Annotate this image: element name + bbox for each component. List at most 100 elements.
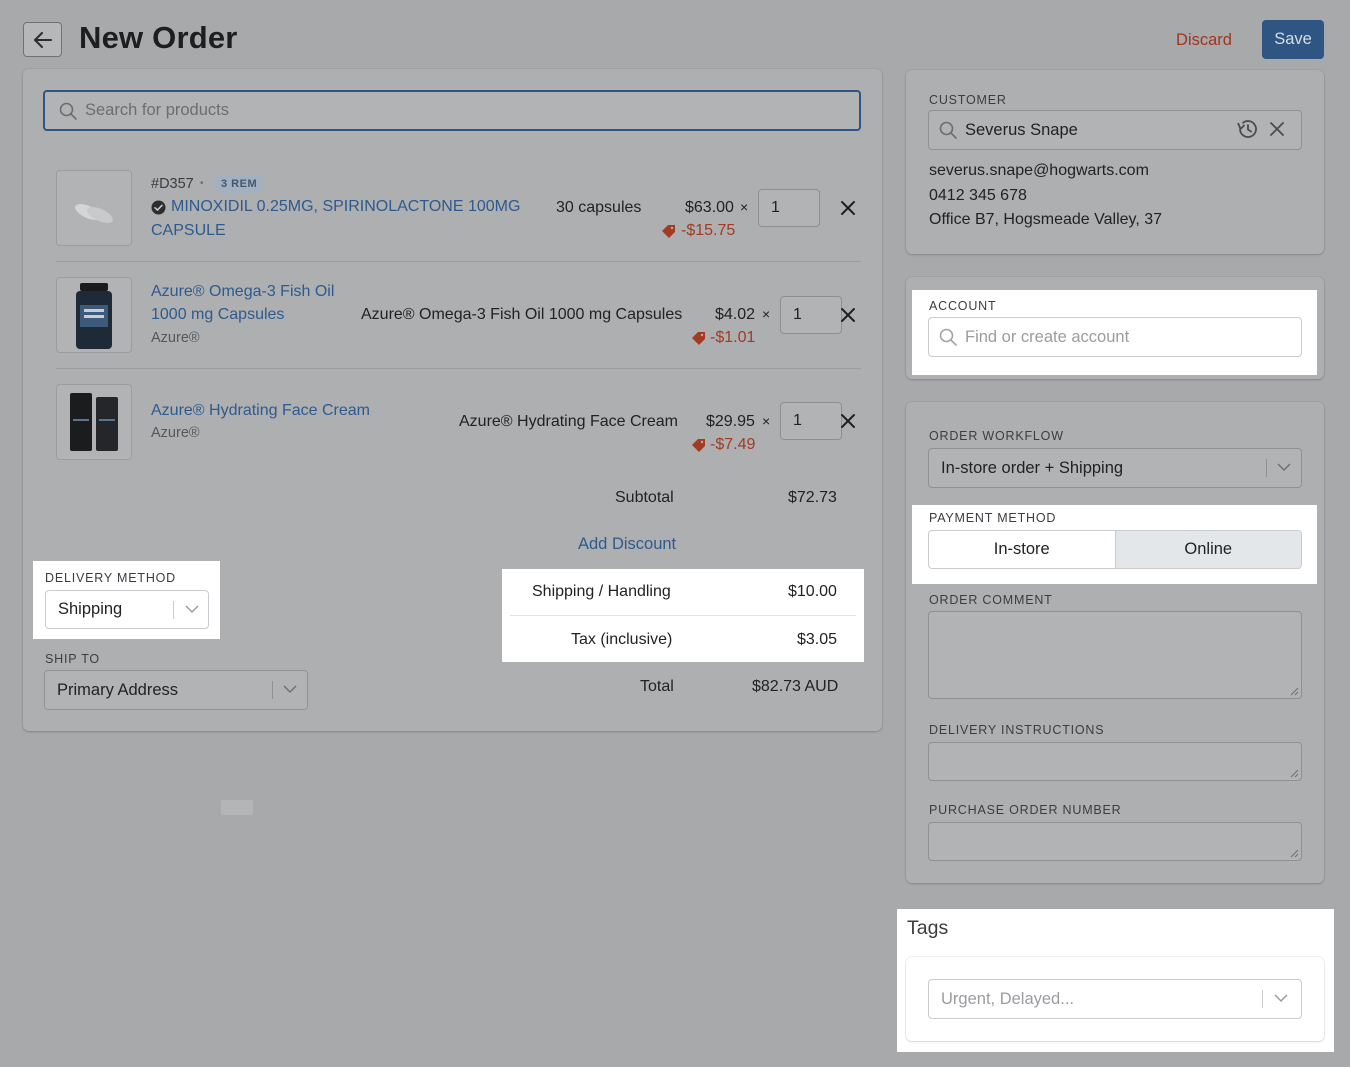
- select-separator: [272, 681, 273, 699]
- history-icon[interactable]: [1236, 119, 1258, 139]
- customer-name: Severus Snape: [965, 120, 1078, 139]
- product-name-link-cont[interactable]: CAPSULE: [151, 219, 226, 243]
- remove-item-button[interactable]: [838, 411, 858, 431]
- chevron-down-icon: [185, 605, 199, 614]
- product-name-link-cont[interactable]: 1000 mg Capsules: [151, 303, 284, 327]
- account-search-input[interactable]: Find or create account: [928, 317, 1302, 357]
- page-title: New Order: [79, 20, 238, 55]
- arrow-left-icon: [33, 31, 52, 48]
- product-price: $29.95: [706, 413, 755, 430]
- capsule-image-icon: [75, 203, 113, 224]
- drag-ghost: [221, 800, 253, 815]
- payment-method-label: PAYMENT METHOD: [929, 511, 1057, 525]
- product-thumbnail: [56, 384, 132, 460]
- payment-option-online[interactable]: Online: [1114, 531, 1301, 568]
- product-sku: #D357: [151, 176, 194, 192]
- quantity-input[interactable]: 1: [780, 402, 842, 440]
- close-icon: [841, 414, 855, 428]
- add-discount-link[interactable]: Add Discount: [578, 532, 676, 556]
- product-name-link[interactable]: MINOXIDIL 0.25MG, SPIRINOLACTONE 100MG: [171, 195, 520, 219]
- remove-item-button[interactable]: [838, 305, 858, 325]
- delivery-instructions-label: DELIVERY INSTRUCTIONS: [929, 723, 1105, 737]
- subtotal-value: $72.73: [788, 489, 837, 506]
- chevron-down-icon: [1274, 994, 1288, 1003]
- chevron-down-icon: [1277, 463, 1291, 472]
- tax-label: Tax (inclusive): [571, 631, 673, 648]
- tax-value: $3.05: [797, 631, 838, 648]
- resize-handle-icon[interactable]: [1289, 848, 1299, 858]
- account-placeholder: Find or create account: [965, 327, 1130, 346]
- product-name-link[interactable]: Azure® Hydrating Face Cream: [151, 399, 370, 423]
- ship-to-select[interactable]: Primary Address: [44, 670, 308, 710]
- tags-select[interactable]: Urgent, Delayed...: [928, 979, 1302, 1019]
- customer-email: severus.snape@hogwarts.com: [929, 162, 1149, 179]
- quantity-input[interactable]: 1: [758, 189, 820, 227]
- delivery-method-select[interactable]: Shipping: [45, 590, 209, 629]
- totals-divider: [510, 615, 856, 616]
- payment-method-toggle: In-store Online: [928, 530, 1302, 569]
- product-name-link[interactable]: Azure® Omega-3 Fish Oil: [151, 280, 334, 304]
- quantity-input[interactable]: 1: [780, 296, 842, 334]
- product-discount: -$15.75: [681, 222, 736, 239]
- face-cream-tubes-icon: [70, 393, 118, 451]
- total-value: $82.73 AUD: [752, 678, 839, 695]
- product-thumbnail: [56, 170, 132, 246]
- multiply-sign: ×: [740, 199, 749, 215]
- sku-dot: •: [200, 178, 204, 189]
- shipping-value: $10.00: [788, 583, 837, 600]
- tags-title: Tags: [907, 917, 949, 939]
- search-icon: [939, 328, 957, 346]
- order-workflow-select[interactable]: In-store order + Shipping: [928, 448, 1302, 488]
- item-divider: [56, 261, 861, 262]
- search-icon: [939, 121, 957, 139]
- multiply-sign: ×: [762, 413, 771, 429]
- shipping-label: Shipping / Handling: [532, 583, 671, 600]
- delivery-instructions-textarea[interactable]: [928, 742, 1302, 781]
- chevron-down-icon: [283, 685, 297, 694]
- discount-tag-icon: [692, 332, 705, 345]
- select-separator: [1266, 459, 1267, 477]
- account-label: ACCOUNT: [929, 299, 997, 313]
- fish-oil-bottle-icon: [76, 283, 112, 349]
- customer-address: Office B7, Hogsmeade Valley, 37: [929, 211, 1163, 228]
- product-brand: Azure®: [151, 330, 200, 346]
- resize-handle-icon[interactable]: [1289, 768, 1299, 778]
- close-icon: [841, 308, 855, 322]
- payment-option-in-store[interactable]: In-store: [929, 531, 1115, 568]
- tags-placeholder: Urgent, Delayed...: [941, 989, 1074, 1008]
- product-variant: Azure® Hydrating Face Cream: [459, 413, 678, 430]
- search-icon: [59, 102, 77, 120]
- product-discount: -$1.01: [710, 329, 756, 346]
- product-price: $4.02: [715, 306, 756, 323]
- customer-phone: 0412 345 678: [929, 187, 1027, 204]
- subtotal-label: Subtotal: [615, 489, 674, 506]
- ship-to-value: Primary Address: [57, 680, 179, 699]
- save-button[interactable]: Save: [1262, 20, 1324, 59]
- product-price: $63.00: [685, 199, 734, 216]
- back-button[interactable]: [23, 22, 62, 57]
- ship-to-label: SHIP TO: [45, 652, 100, 666]
- product-brand: Azure®: [151, 425, 200, 441]
- customer-label: CUSTOMER: [929, 93, 1007, 107]
- product-discount: -$7.49: [710, 436, 756, 453]
- order-workflow-label: ORDER WORKFLOW: [929, 429, 1064, 443]
- product-thumbnail: [56, 277, 132, 353]
- clear-customer-icon[interactable]: [1270, 122, 1284, 136]
- product-search-input[interactable]: Search for products: [43, 90, 861, 131]
- order-comment-textarea[interactable]: [928, 611, 1302, 699]
- select-separator: [173, 601, 174, 619]
- resize-handle-icon[interactable]: [1289, 686, 1299, 696]
- stock-badge: 3 REM: [214, 175, 265, 193]
- item-divider: [56, 368, 861, 369]
- product-variant: Azure® Omega-3 Fish Oil 1000 mg Capsules: [361, 306, 683, 323]
- delivery-method-label: DELIVERY METHOD: [45, 571, 177, 585]
- purchase-order-textarea[interactable]: [928, 822, 1302, 861]
- delivery-method-value: Shipping: [58, 600, 123, 618]
- order-workflow-value: In-store order + Shipping: [941, 458, 1124, 477]
- select-separator: [1262, 990, 1263, 1008]
- product-variant: 30 capsules: [556, 199, 642, 216]
- purchase-order-label: PURCHASE ORDER NUMBER: [929, 803, 1122, 817]
- remove-item-button[interactable]: [838, 198, 858, 218]
- discard-button[interactable]: Discard: [1164, 26, 1244, 54]
- close-icon: [841, 201, 855, 215]
